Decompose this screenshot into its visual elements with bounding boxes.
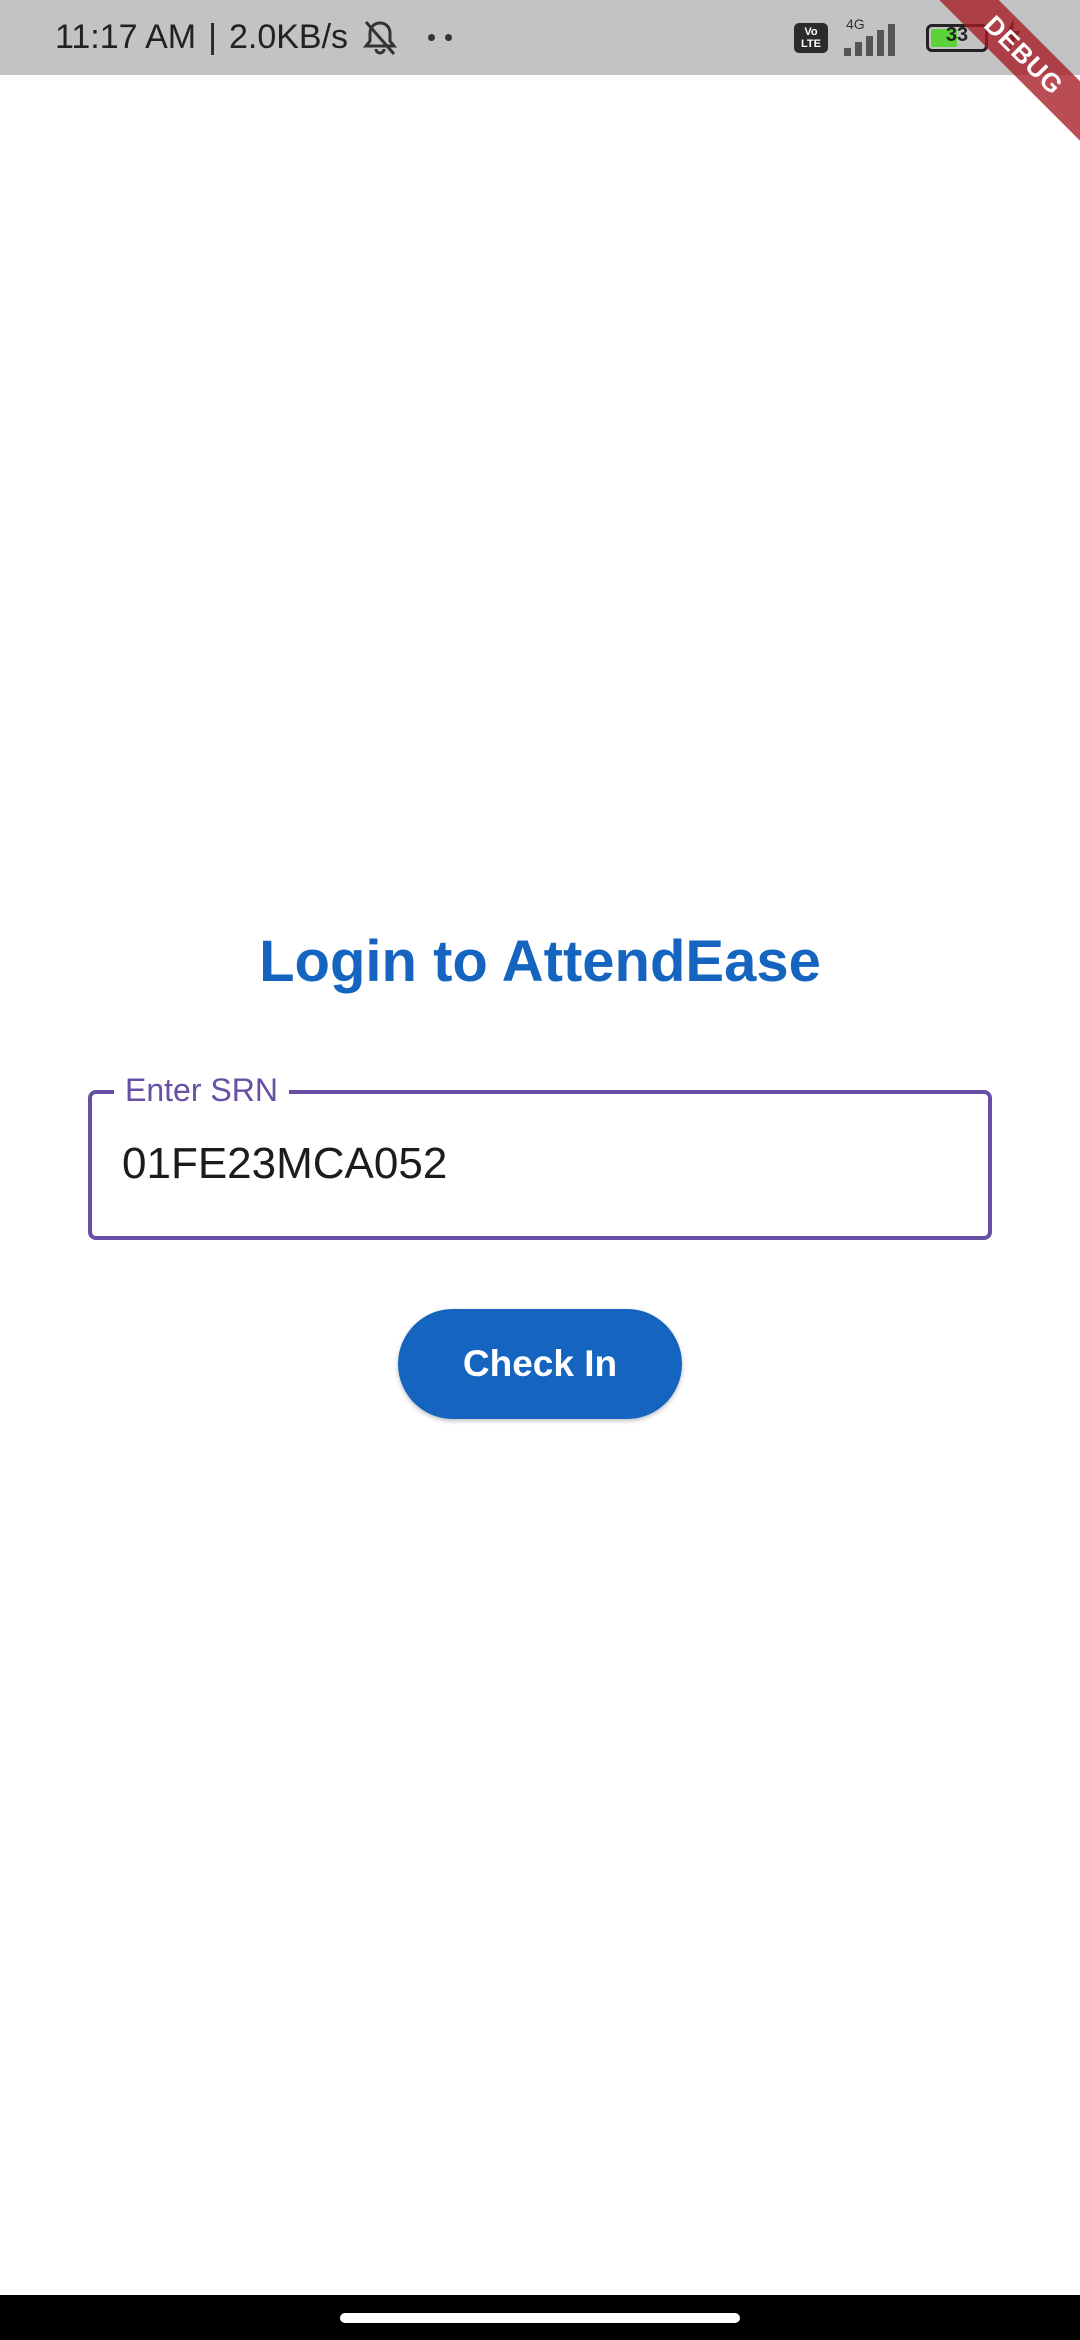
srn-field[interactable]: Enter SRN [88,1070,992,1240]
status-bar: 11:17 AM | 2.0KB/s Vo LTE 4G 33 [0,0,1080,75]
page-title: Login to AttendEase [259,929,821,994]
battery-icon: 33 [926,23,988,52]
check-in-button[interactable]: Check In [398,1309,682,1419]
volte-top-label: Vo [804,25,818,38]
status-right: Vo LTE 4G 33 [794,0,1022,75]
more-dots-icon [428,34,453,41]
srn-input[interactable] [122,1124,952,1204]
home-indicator[interactable] [340,2313,740,2323]
volte-bottom-label: LTE [801,37,821,50]
status-time: 11:17 AM [55,18,197,56]
charging-icon [1002,19,1022,56]
volte-icon: Vo LTE [794,22,828,53]
status-separator: | [208,18,217,56]
signal-bars [844,23,895,56]
network-speed: 2.0KB/s [228,18,349,56]
signal-icon: 4G [842,16,912,60]
battery-level: 33 [945,23,969,46]
srn-field-label: Enter SRN [114,1070,289,1110]
bell-off-icon [358,16,402,60]
navigation-bar [0,2295,1080,2340]
status-left: 11:17 AM | 2.0KB/s [55,0,453,75]
